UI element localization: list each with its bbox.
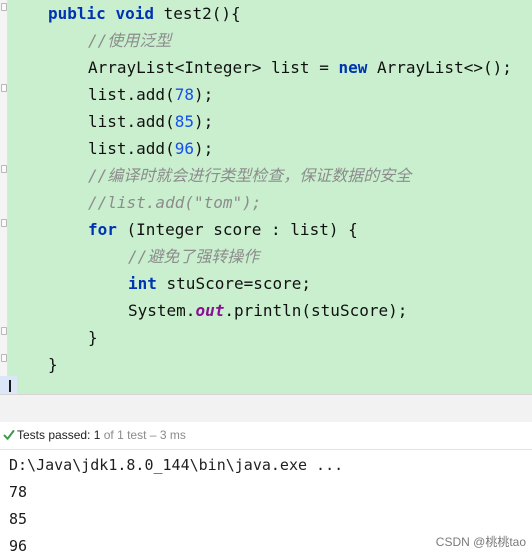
separator: – [149, 428, 157, 442]
punctuation: ); [193, 112, 214, 131]
code-line[interactable]: public void test2(){ [48, 0, 241, 27]
tests-passed-label: Tests passed: [17, 428, 91, 442]
comment: //编译时就会进行类型检查，保证数据的安全 [88, 166, 412, 185]
check-icon [3, 430, 15, 440]
constructor-call: ArrayList<>(); [377, 58, 512, 77]
fold-marker-icon[interactable] [1, 84, 7, 92]
console-output-line: 96 [9, 537, 28, 555]
method-call: list.add( [88, 85, 175, 104]
text-caret [9, 380, 11, 392]
code-line[interactable]: for (Integer score : list) { [88, 216, 358, 243]
keyword: for [88, 220, 117, 239]
declaration: ArrayList<Integer> list = [88, 58, 339, 77]
assignment: stuScore=score; [156, 274, 312, 293]
tests-passed-count: 1 [93, 428, 101, 442]
keyword: void [115, 4, 154, 23]
number-literal: 96 [174, 139, 194, 158]
code-line[interactable]: list.add(78); [88, 81, 213, 108]
number-literal: 78 [174, 85, 194, 104]
punctuation: ); [193, 139, 214, 158]
class-ref: System. [128, 301, 196, 320]
code-line[interactable]: list.add(96); [88, 135, 213, 162]
code-line[interactable]: System.out.println(stuScore); [128, 297, 407, 324]
method-call: list.add( [88, 139, 175, 158]
code-line[interactable]: } [48, 351, 58, 378]
fold-marker-icon[interactable] [1, 327, 7, 335]
fold-marker-icon[interactable] [1, 3, 7, 11]
tests-total: of 1 test [103, 428, 147, 442]
keyword: public [48, 4, 106, 23]
punctuation: ); [193, 85, 214, 104]
fold-marker-icon[interactable] [1, 354, 7, 362]
comment: //使用泛型 [88, 31, 172, 50]
keyword: int [128, 274, 157, 293]
method-call: .println(stuScore); [224, 301, 408, 320]
fold-marker-icon[interactable] [1, 219, 7, 227]
console-command-line: D:\Java\jdk1.8.0_144\bin\java.exe ... [9, 456, 344, 474]
code-line[interactable]: //list.add("tom"); [88, 189, 261, 216]
code-line[interactable]: list.add(85); [88, 108, 213, 135]
console-output-line: 85 [9, 510, 28, 528]
number-literal: 85 [174, 112, 194, 131]
code-line[interactable]: //避免了强转操作 [128, 243, 259, 270]
panel-divider[interactable] [0, 394, 532, 423]
test-status-text: Tests passed: 1 of 1 test – 3 ms [17, 422, 186, 449]
keyword: new [338, 58, 368, 77]
watermark: CSDN @桃桃tao [435, 535, 526, 549]
code-line[interactable]: //使用泛型 [88, 27, 171, 54]
editor-last-line[interactable] [0, 376, 532, 394]
code-line[interactable]: } [88, 324, 98, 351]
closing-brace: } [88, 328, 98, 347]
test-status-bar: Tests passed: 1 of 1 test – 3 ms [0, 422, 532, 450]
fold-marker-icon[interactable] [1, 165, 7, 173]
console-output-line: 78 [9, 483, 28, 501]
test-duration: 3 ms [159, 428, 186, 442]
code-line[interactable]: int stuScore=score; [128, 270, 311, 297]
code-line[interactable]: ArrayList<Integer> list = new ArrayList<… [88, 54, 512, 81]
editor-gutter [0, 0, 8, 376]
for-header: (Integer score : list) { [116, 220, 358, 239]
method-call: list.add( [88, 112, 175, 131]
comment: //list.add("tom"); [88, 193, 262, 212]
method-signature: test2(){ [163, 4, 241, 23]
comment: //避免了强转操作 [128, 247, 260, 266]
closing-brace: } [48, 355, 58, 374]
static-field: out [195, 301, 225, 320]
code-editor[interactable]: public void test2(){ //使用泛型 ArrayList<In… [0, 0, 532, 376]
code-line[interactable]: //编译时就会进行类型检查，保证数据的安全 [88, 162, 411, 189]
